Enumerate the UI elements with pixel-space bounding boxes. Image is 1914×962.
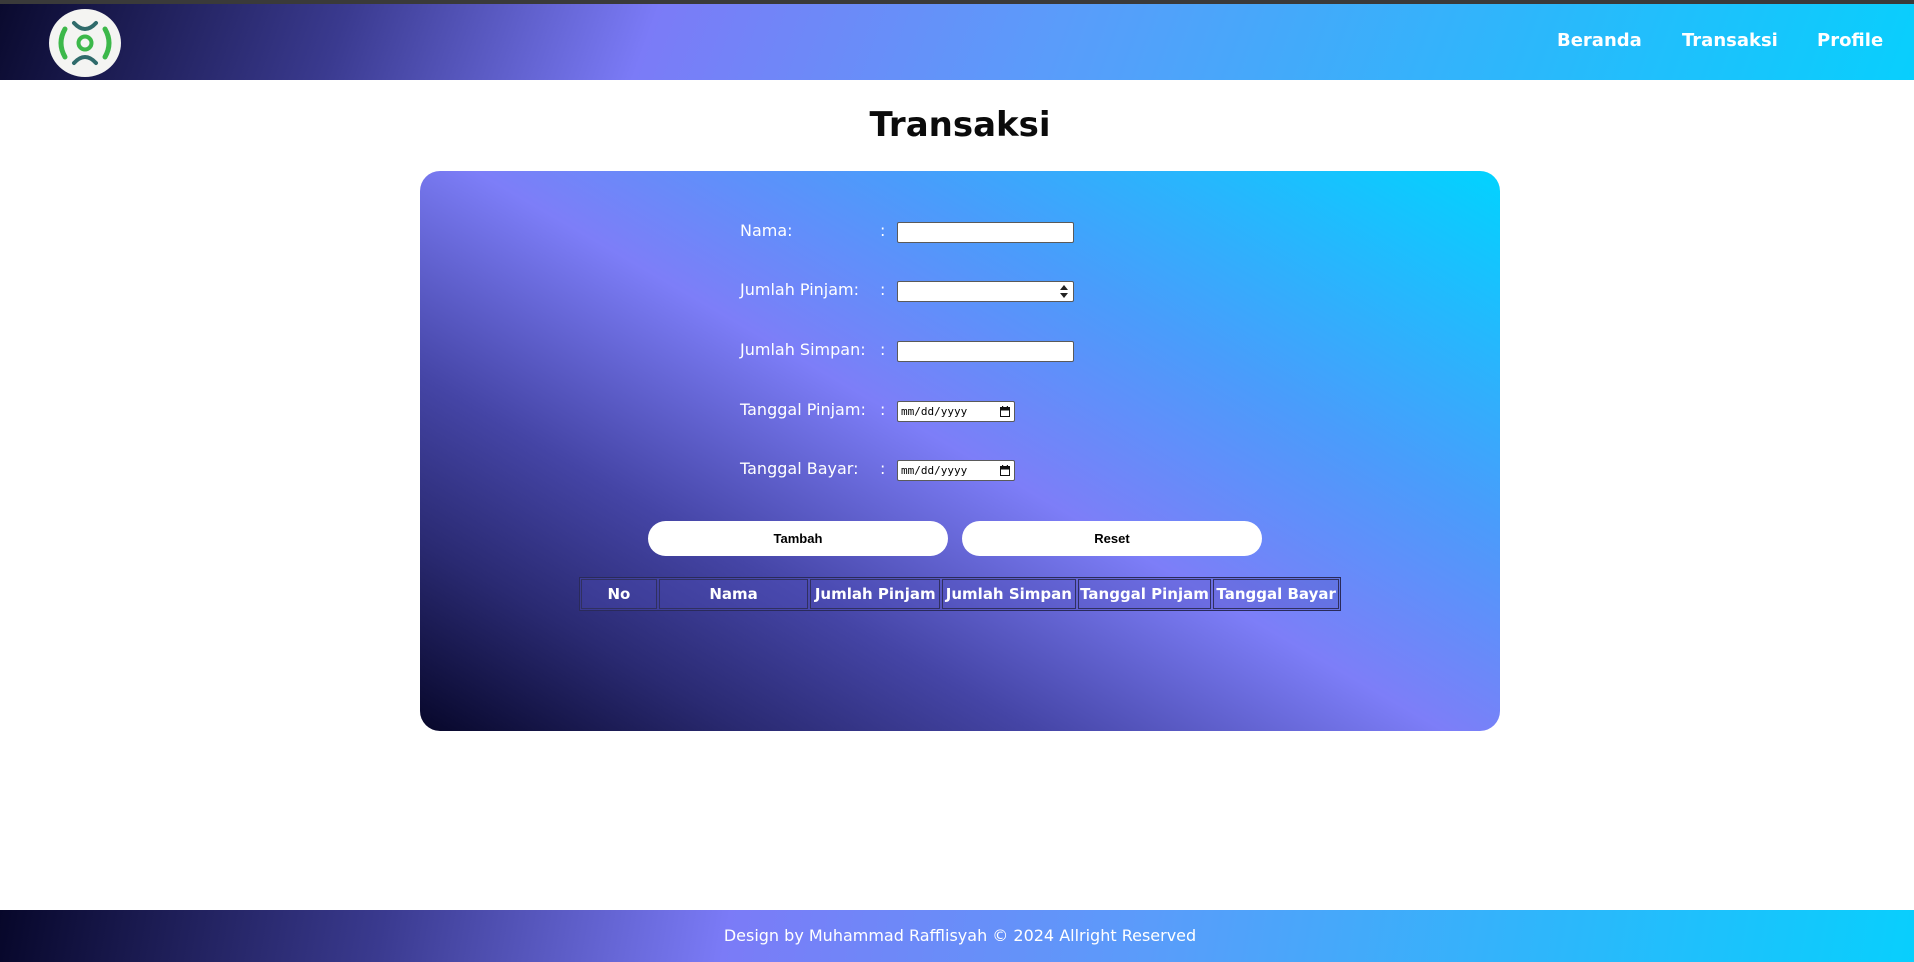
- payment-date-value: mm/dd/yyyy: [901, 464, 968, 477]
- page-footer: Design by Muhammad Rafflisyah © 2024 All…: [0, 910, 1914, 962]
- savings-amount-colon: :: [880, 340, 886, 359]
- table-header-no: No: [581, 579, 657, 609]
- savings-amount-input[interactable]: [897, 341, 1074, 362]
- top-navbar: Beranda Transaksi Profile: [0, 4, 1914, 80]
- table-header-jumlah-pinjam: Jumlah Pinjam: [810, 579, 941, 609]
- transactions-table: No Nama Jumlah Pinjam Jumlah Simpan Tang…: [579, 577, 1341, 611]
- table-header-tanggal-pinjam: Tanggal Pinjam: [1077, 579, 1212, 609]
- nav-link-beranda[interactable]: Beranda: [1557, 30, 1642, 52]
- name-label: Nama:: [740, 221, 793, 240]
- nav-link-profile[interactable]: Profile: [1817, 30, 1883, 52]
- calendar-icon[interactable]: [1000, 406, 1010, 417]
- transaction-form-panel: Nama: : Jumlah Pinjam: : Jumlah Simpan: …: [420, 171, 1500, 731]
- table-header-tanggal-bayar: Tanggal Bayar: [1213, 579, 1339, 609]
- loan-amount-stepper[interactable]: [897, 281, 1074, 302]
- payment-date-colon: :: [880, 459, 886, 478]
- loan-date-colon: :: [880, 400, 886, 419]
- app-logo-icon[interactable]: [49, 9, 121, 77]
- page-title: Transaksi: [869, 105, 1051, 145]
- loan-date-label: Tanggal Pinjam:: [740, 400, 866, 419]
- reset-button[interactable]: Reset: [962, 521, 1262, 556]
- name-input[interactable]: [897, 222, 1074, 243]
- savings-amount-label: Jumlah Simpan:: [740, 340, 866, 359]
- payment-date-input[interactable]: mm/dd/yyyy: [897, 460, 1015, 481]
- spinner-arrows-icon[interactable]: [1060, 285, 1068, 298]
- payment-date-label: Tanggal Bayar:: [740, 459, 859, 478]
- table-header-nama: Nama: [658, 579, 809, 609]
- name-colon: :: [880, 221, 886, 240]
- loan-date-input[interactable]: mm/dd/yyyy: [897, 401, 1015, 422]
- loan-amount-colon: :: [880, 280, 886, 299]
- nav-link-transaksi[interactable]: Transaksi: [1682, 30, 1778, 52]
- calendar-icon[interactable]: [1000, 465, 1010, 476]
- loan-amount-label: Jumlah Pinjam:: [740, 280, 860, 299]
- add-button[interactable]: Tambah: [648, 521, 948, 556]
- table-header-jumlah-simpan: Jumlah Simpan: [942, 579, 1076, 609]
- loan-date-value: mm/dd/yyyy: [901, 405, 968, 418]
- footer-copyright: Design by Muhammad Rafflisyah © 2024 All…: [723, 926, 1197, 945]
